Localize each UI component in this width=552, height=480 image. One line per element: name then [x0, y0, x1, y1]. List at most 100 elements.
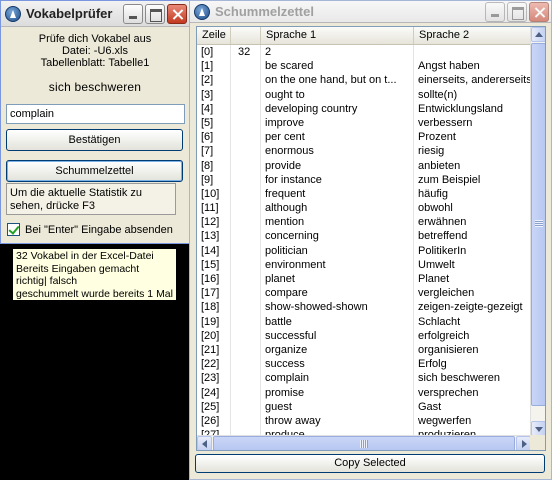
- table-row[interactable]: [8] provide anbieten: [197, 158, 531, 173]
- table-row[interactable]: [14] politician PolitikerIn: [197, 243, 531, 258]
- column-header-zeile[interactable]: Zeile: [197, 27, 231, 44]
- table-row[interactable]: [18] show-showed-shown zeigen-zeigte-gezei…: [197, 300, 531, 315]
- cell-count: [231, 243, 261, 258]
- cell-count: [231, 115, 261, 131]
- table-row[interactable]: [2] on the one hand, but on t... einerseit…: [197, 73, 531, 88]
- cell-count: [231, 300, 261, 315]
- table-row[interactable]: [20] successful erfolgreich: [197, 328, 531, 343]
- cheatsheet-button[interactable]: Schummelzettel: [6, 160, 183, 182]
- cell-count: [231, 130, 261, 145]
- cell-sprache1: success: [261, 357, 414, 372]
- column-header-sprache1[interactable]: Sprache 1: [261, 27, 414, 44]
- schummelzettel-window: Schummelzettel Zeile Sprache 1 Sprache 2…: [189, 0, 552, 480]
- maximize-button[interactable]: [145, 3, 165, 24]
- statistics-tooltip: 32 Vokabel in der Excel-Datei Bereits Ei…: [12, 248, 177, 301]
- table-row[interactable]: [7] enormous riesig: [197, 144, 531, 159]
- cell-sprache1: per cent: [261, 130, 414, 145]
- app-icon: [194, 3, 210, 20]
- table-row[interactable]: [16] planet Planet: [197, 272, 531, 287]
- info-heading: Prüfe dich Vokabel aus: [38, 33, 152, 45]
- cell-zeile: [16]: [197, 272, 231, 287]
- vocabulary-grid[interactable]: Zeile Sprache 1 Sprache 2 [0] 32 2 [1] be sc…: [196, 26, 546, 451]
- table-row[interactable]: [21] organize organisieren: [197, 342, 531, 358]
- table-row[interactable]: [24] promise versprechen: [197, 385, 531, 400]
- cell-count: [231, 328, 261, 343]
- close-button[interactable]: [529, 1, 549, 22]
- column-header-blank[interactable]: [231, 27, 261, 44]
- cell-sprache2: Schlacht: [418, 315, 461, 328]
- table-row[interactable]: [19] battle Schlacht: [197, 314, 531, 329]
- cell-sprache2: versprechen: [418, 386, 479, 399]
- cell-sprache1: frequent: [261, 186, 414, 202]
- answer-input[interactable]: complain: [6, 104, 185, 124]
- table-row[interactable]: [6] per cent Prozent: [197, 130, 531, 145]
- table-row[interactable]: [26] throw away wegwerfen: [197, 413, 531, 429]
- cell-zeile: [25]: [197, 399, 231, 414]
- cell-sprache1: complain: [261, 371, 414, 386]
- minimize-button[interactable]: [123, 3, 143, 24]
- cell-sprache1: improve: [261, 115, 414, 131]
- cell-sprache1: promise: [261, 385, 414, 400]
- vokabelpruefer-titlebar[interactable]: Vokabelprüfer: [1, 1, 189, 27]
- table-row[interactable]: [17] compare vergleichen: [197, 286, 531, 301]
- table-row[interactable]: [23] complain sich beschweren: [197, 371, 531, 386]
- table-row[interactable]: [11] although obwohl: [197, 201, 531, 216]
- window-title: Schummelzettel: [215, 4, 314, 19]
- cell-sprache2: wegwerfen: [418, 414, 472, 427]
- table-row[interactable]: [3] ought to sollte(n): [197, 87, 531, 102]
- cell-zeile: [8]: [197, 158, 231, 173]
- table-row[interactable]: [12] mention erwähnen: [197, 215, 531, 230]
- table-row[interactable]: [15] environment Umwelt: [197, 257, 531, 272]
- maximize-button[interactable]: [507, 1, 527, 22]
- table-row[interactable]: [1] be scared Angst haben: [197, 59, 531, 74]
- cell-sprache1: provide: [261, 158, 414, 173]
- scroll-down-arrow-icon[interactable]: [531, 421, 545, 436]
- close-button[interactable]: [167, 3, 187, 24]
- cell-count: [231, 342, 261, 358]
- table-row[interactable]: [13] concerning betreffend: [197, 229, 531, 244]
- scroll-left-arrow-icon[interactable]: [197, 436, 212, 450]
- cell-count: [231, 73, 261, 88]
- info-file: Datei: -U6.xls: [61, 45, 129, 57]
- horizontal-scroll-thumb[interactable]: [213, 436, 515, 450]
- info-sheet: Tabellenblatt: Tabelle1: [40, 57, 150, 69]
- cell-zeile: [14]: [197, 243, 231, 258]
- cell-count: [231, 87, 261, 102]
- minimize-button[interactable]: [485, 1, 505, 22]
- tooltip-line: Bereits Eingaben gemacht: [16, 262, 140, 275]
- copy-selected-button[interactable]: Copy Selected: [195, 454, 545, 473]
- vertical-scroll-thumb[interactable]: [531, 43, 545, 406]
- cell-zeile: [19]: [197, 314, 231, 329]
- vertical-scrollbar[interactable]: [530, 27, 545, 436]
- table-row[interactable]: [22] success Erfolg: [197, 357, 531, 372]
- schummelzettel-titlebar[interactable]: Schummelzettel: [190, 1, 551, 23]
- enter-submit-row[interactable]: Bei "Enter" Eingabe absenden: [7, 223, 173, 236]
- cell-zeile: [15]: [197, 257, 231, 272]
- scroll-up-arrow-icon[interactable]: [531, 27, 545, 42]
- app-icon: [5, 5, 21, 22]
- enter-submit-checkbox[interactable]: [7, 223, 20, 236]
- cell-zeile: [24]: [197, 385, 231, 400]
- cell-sprache2: Prozent: [418, 131, 456, 144]
- cell-sprache1: throw away: [261, 413, 414, 429]
- table-row[interactable]: [5] improve verbessern: [197, 115, 531, 131]
- tooltip-line: geschummelt wurde bereits 1 Mal: [16, 287, 173, 300]
- cell-zeile: [11]: [197, 201, 231, 216]
- scroll-right-arrow-icon[interactable]: [516, 436, 531, 450]
- cell-count: [231, 172, 261, 187]
- cell-zeile: [12]: [197, 215, 231, 230]
- table-row[interactable]: [4] developing country Entwicklungsland: [197, 101, 531, 116]
- cell-count: [231, 272, 261, 287]
- column-header-sprache2[interactable]: Sprache 2: [414, 27, 531, 44]
- table-row[interactable]: [9] for instance zum Beispiel: [197, 172, 531, 187]
- table-row[interactable]: [0] 32 2: [197, 45, 531, 60]
- confirm-button[interactable]: Bestätigen: [6, 129, 183, 151]
- table-row[interactable]: [10] frequent häufig: [197, 186, 531, 202]
- table-row[interactable]: [25] guest Gast: [197, 399, 531, 414]
- cell-sprache1: for instance: [261, 172, 414, 187]
- cell-sprache2: zum Beispiel: [418, 173, 481, 186]
- cell-zeile: [20]: [197, 328, 231, 343]
- enter-submit-label: Bei "Enter" Eingabe absenden: [25, 223, 173, 236]
- horizontal-scrollbar[interactable]: [197, 435, 531, 450]
- cell-sprache2: sich beschweren: [418, 372, 500, 385]
